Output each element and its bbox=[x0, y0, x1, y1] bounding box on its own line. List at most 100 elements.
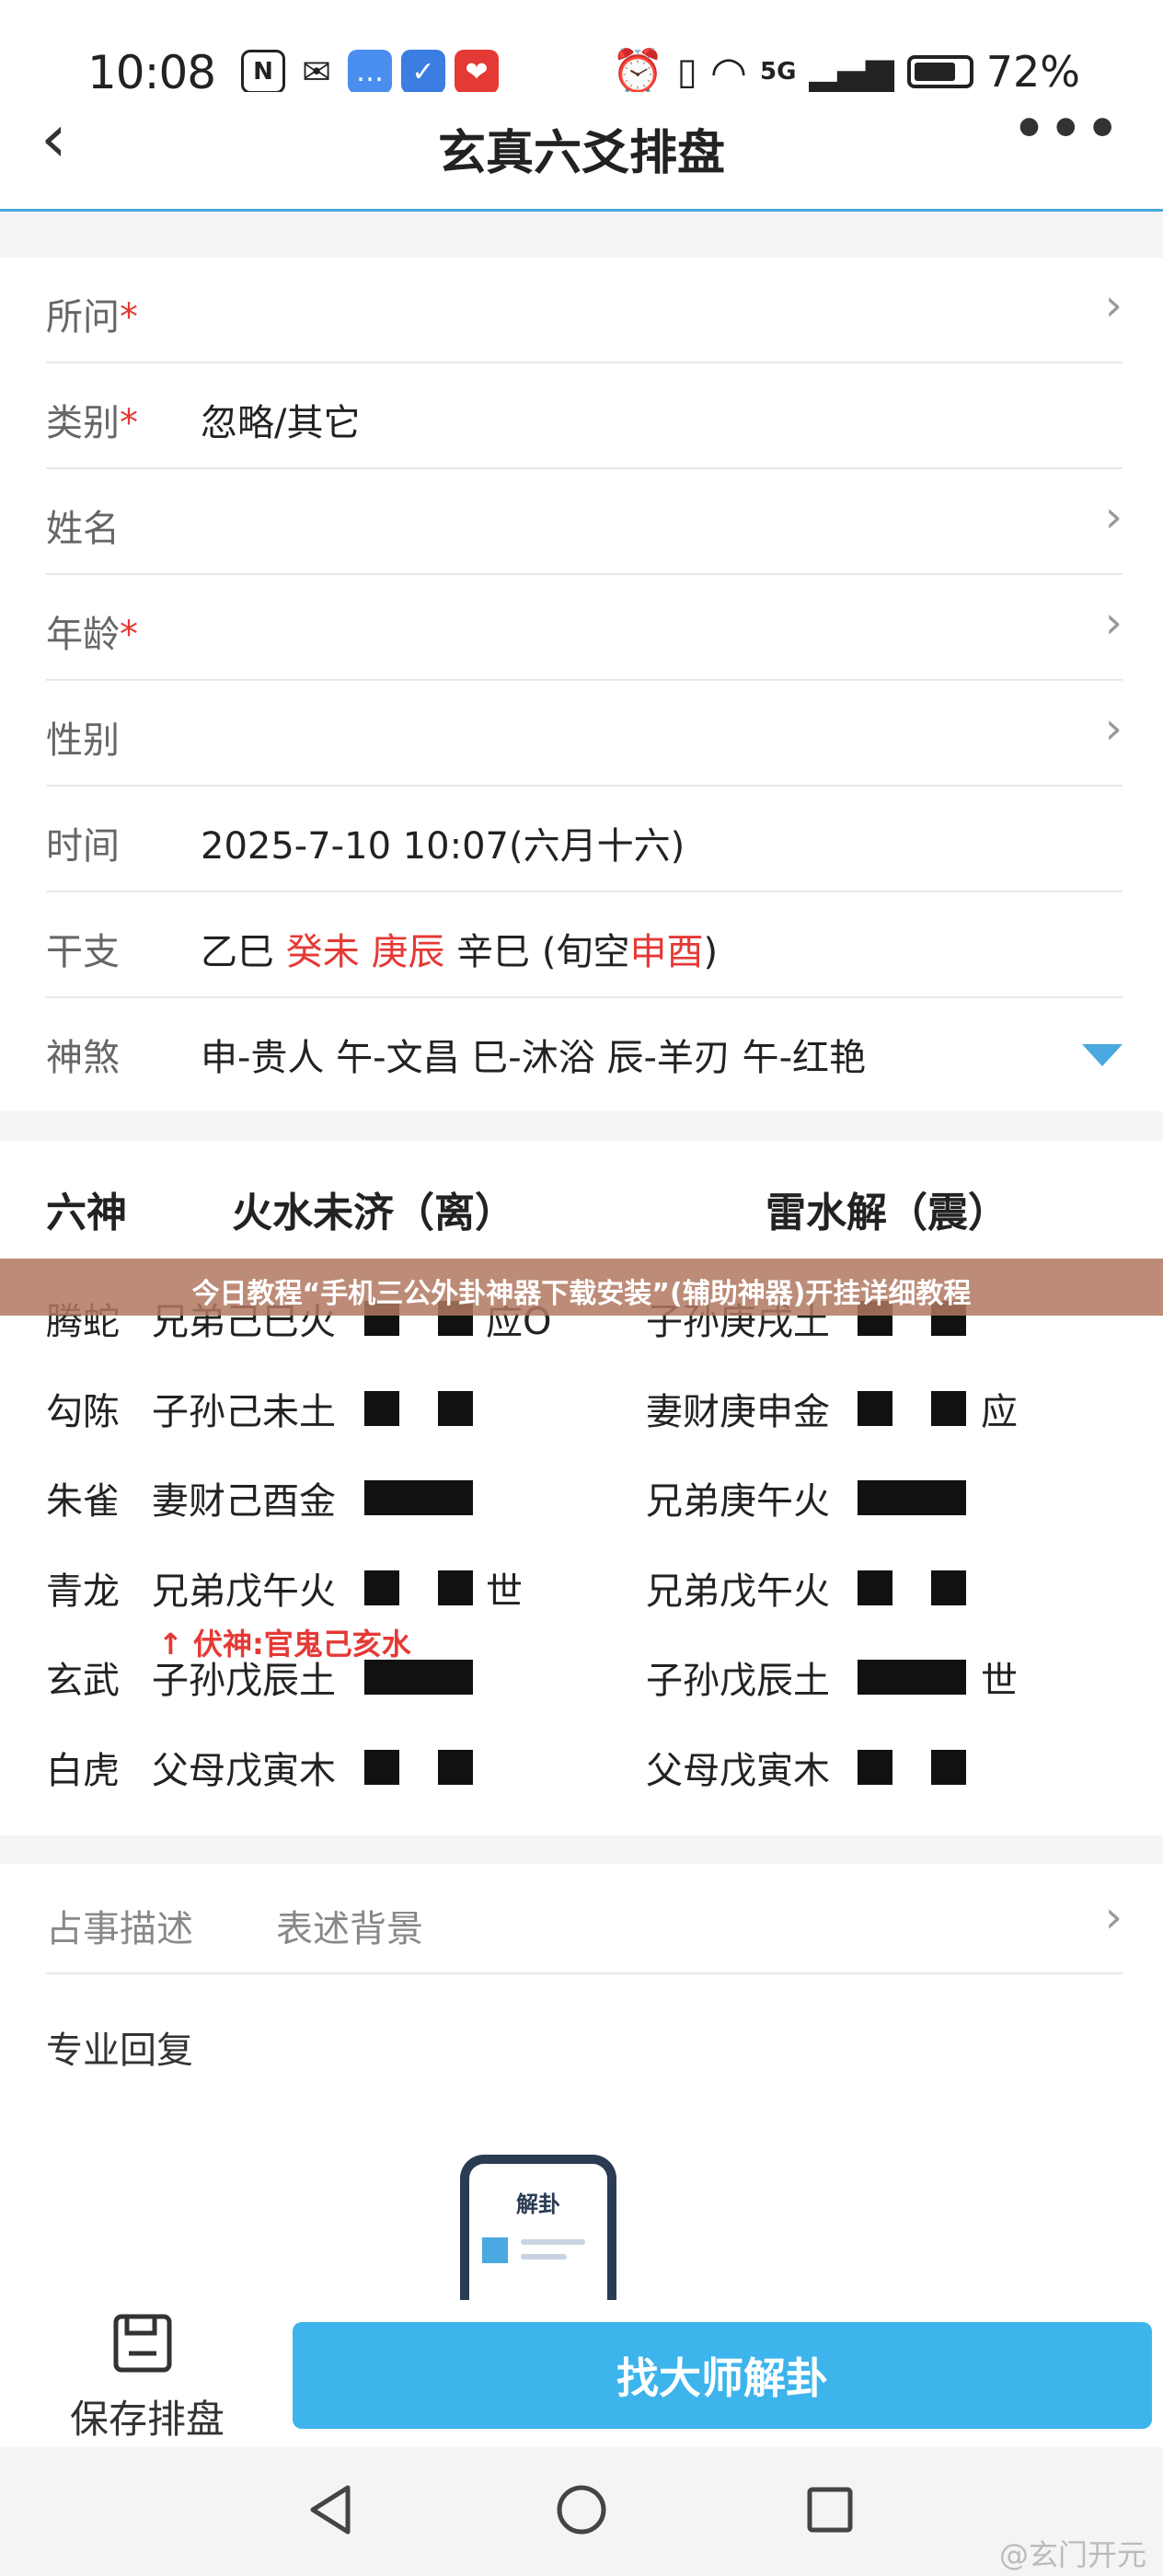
notification-icons: N ✉ … ✓ ❤ bbox=[241, 50, 499, 94]
required-mark: * bbox=[120, 402, 138, 444]
row-question[interactable]: 所问* › bbox=[46, 258, 1123, 363]
required-mark: * bbox=[120, 614, 138, 656]
nav-back-icon[interactable] bbox=[304, 2482, 359, 2537]
nfc-icon: N bbox=[241, 50, 285, 94]
shensha-value: 申-贵人 午-文昌 巳-沐浴 辰-羊刃 午-红艳 bbox=[201, 1037, 867, 1079]
app-red-icon: ❤ bbox=[455, 50, 499, 94]
label-age: 年龄 bbox=[46, 614, 120, 656]
description-placeholder: 表述背景 bbox=[276, 1908, 423, 1950]
chevron-right-icon: › bbox=[1104, 1892, 1123, 1943]
banner-text: 今日教程“手机三公外卦神器下载安装”(辅助神器)开挂详细教程 bbox=[191, 1278, 972, 1310]
row-category[interactable]: 类别* 忽略/其它 bbox=[46, 363, 1123, 469]
row-gender[interactable]: 性别 › bbox=[46, 681, 1123, 787]
row-name[interactable]: 姓名 › bbox=[46, 469, 1123, 575]
messages-icon: … bbox=[348, 50, 392, 94]
changed-line-label: 子孙戊辰土 bbox=[646, 1660, 830, 1702]
chevron-right-icon: › bbox=[1104, 280, 1123, 331]
label-shensha: 神煞 bbox=[46, 1037, 120, 1079]
line-segment bbox=[858, 1660, 966, 1695]
phone-illustration-text: 解卦 bbox=[516, 2191, 560, 2217]
line-segment bbox=[858, 1480, 966, 1515]
hexagram-line-row: 朱雀 妻财己酉金 兄弟庚午火 bbox=[0, 1453, 1163, 1543]
chevron-right-icon: › bbox=[1104, 597, 1123, 649]
six-spirit-label: 朱雀 bbox=[46, 1480, 120, 1523]
illustration-square bbox=[482, 2237, 508, 2263]
page-title: 玄真六爻排盘 bbox=[437, 126, 725, 181]
row-shensha[interactable]: 神煞 申-贵人 午-文昌 巳-沐浴 辰-羊刃 午-红艳 bbox=[46, 998, 1123, 1104]
find-master-button[interactable]: 找大师解卦 bbox=[293, 2322, 1152, 2429]
status-right: ⏰ ▯ ◠ 5G ▂▄▆ 72% bbox=[612, 46, 1080, 97]
label-category: 类别 bbox=[46, 402, 120, 444]
row-description[interactable]: 占事描述 表述背景 › bbox=[46, 1864, 1123, 1974]
line-segment bbox=[931, 1570, 966, 1605]
line-segment bbox=[364, 1749, 399, 1785]
wifi-icon: ◠ bbox=[709, 46, 748, 97]
six-spirits-header: 六神 bbox=[46, 1190, 127, 1236]
label-name: 姓名 bbox=[46, 508, 120, 550]
nav-home-icon[interactable] bbox=[554, 2482, 609, 2537]
ganzhi-day: 庚辰 bbox=[371, 931, 445, 973]
label-time: 时间 bbox=[46, 825, 120, 868]
chevron-right-icon: › bbox=[1104, 491, 1123, 543]
line-segment bbox=[858, 1749, 892, 1785]
illustration-line bbox=[521, 2254, 567, 2260]
six-spirit-label: 勾陈 bbox=[46, 1390, 120, 1433]
network-type: 5G bbox=[760, 57, 797, 86]
more-options-button[interactable]: ••• bbox=[1013, 99, 1123, 159]
row-ganzhi: 干支 乙巳 癸未 庚辰 辛巳 (旬空申酉) bbox=[46, 892, 1123, 998]
six-spirit-label: 青龙 bbox=[46, 1570, 120, 1613]
line-segment bbox=[364, 1660, 473, 1695]
save-chart-button[interactable]: 保存排盘 bbox=[37, 2300, 258, 2447]
xunkong-value: 申酉 bbox=[629, 931, 704, 973]
floppy-disk-icon bbox=[113, 2314, 172, 2373]
chevron-right-icon: › bbox=[1104, 703, 1123, 754]
main-line-label: 子孙己未土 bbox=[152, 1390, 336, 1433]
changed-line-mark: 应 bbox=[981, 1390, 1018, 1433]
illustration-line bbox=[521, 2239, 585, 2245]
line-segment bbox=[858, 1570, 892, 1605]
ganzhi-hour: 辛巳 bbox=[456, 931, 531, 973]
changed-line-label: 兄弟庚午火 bbox=[646, 1480, 830, 1523]
main-hexagram-title: 火水未济（离） bbox=[232, 1190, 515, 1236]
ganzhi-month: 癸未 bbox=[285, 931, 360, 973]
changed-hexagram-title: 雷水解（震） bbox=[766, 1190, 1008, 1236]
hexagram-line-row: 白虎 父母戊寅木 父母戊寅木 bbox=[0, 1722, 1163, 1812]
save-chart-label: 保存排盘 bbox=[69, 2397, 225, 2442]
changed-line-label: 父母戊寅木 bbox=[646, 1749, 830, 1792]
main-line-label: 兄弟戊午火 bbox=[152, 1570, 336, 1613]
category-value: 忽略/其它 bbox=[201, 402, 361, 444]
signal-icon: ▂▄▆ bbox=[809, 50, 894, 93]
six-spirit-label: 玄武 bbox=[46, 1660, 120, 1702]
line-segment bbox=[858, 1390, 892, 1426]
row-time[interactable]: 时间 2025-7-10 10:07(六月十六) bbox=[46, 787, 1123, 892]
line-segment bbox=[931, 1749, 966, 1785]
bottom-action-bar: 保存排盘 找大师解卦 bbox=[0, 2300, 1163, 2447]
reply-label: 专业回复 bbox=[46, 2030, 193, 2072]
nav-recents-icon[interactable] bbox=[802, 2482, 858, 2537]
mail-icon: ✓ bbox=[401, 50, 445, 94]
row-age[interactable]: 年龄* › bbox=[46, 575, 1123, 681]
system-nav-bar bbox=[0, 2447, 1163, 2576]
line-segment bbox=[364, 1480, 473, 1515]
xunkong-open: (旬空 bbox=[541, 931, 630, 973]
hidden-spirit-note: ↑ 伏神:官鬼己亥水 bbox=[158, 1627, 411, 1662]
expand-triangle-icon[interactable] bbox=[1082, 1044, 1123, 1066]
wechat-icon: ✉ bbox=[294, 50, 339, 94]
line-segment bbox=[931, 1390, 966, 1426]
time-value: 2025-7-10 10:07(六月十六) bbox=[201, 825, 685, 868]
line-segment bbox=[438, 1390, 473, 1426]
app-header: ‹ 玄真六爻排盘 ••• bbox=[0, 92, 1163, 212]
label-question: 所问 bbox=[46, 296, 120, 339]
ganzhi-value: 乙巳 癸未 庚辰 辛巳 (旬空申酉) bbox=[201, 922, 718, 975]
six-spirit-label: 白虎 bbox=[46, 1749, 120, 1792]
vibrate-icon: ▯ bbox=[676, 50, 697, 93]
changed-line-label: 兄弟戊午火 bbox=[646, 1570, 830, 1613]
alarm-icon: ⏰ bbox=[611, 46, 664, 96]
line-segment bbox=[438, 1570, 473, 1605]
line-segment bbox=[364, 1390, 399, 1426]
changed-line-mark: 世 bbox=[981, 1660, 1018, 1702]
battery-icon bbox=[906, 54, 973, 88]
description-section: 占事描述 表述背景 › 专业回复 解卦 bbox=[0, 1864, 1163, 2339]
line-segment bbox=[364, 1570, 399, 1605]
label-ganzhi: 干支 bbox=[46, 931, 120, 973]
